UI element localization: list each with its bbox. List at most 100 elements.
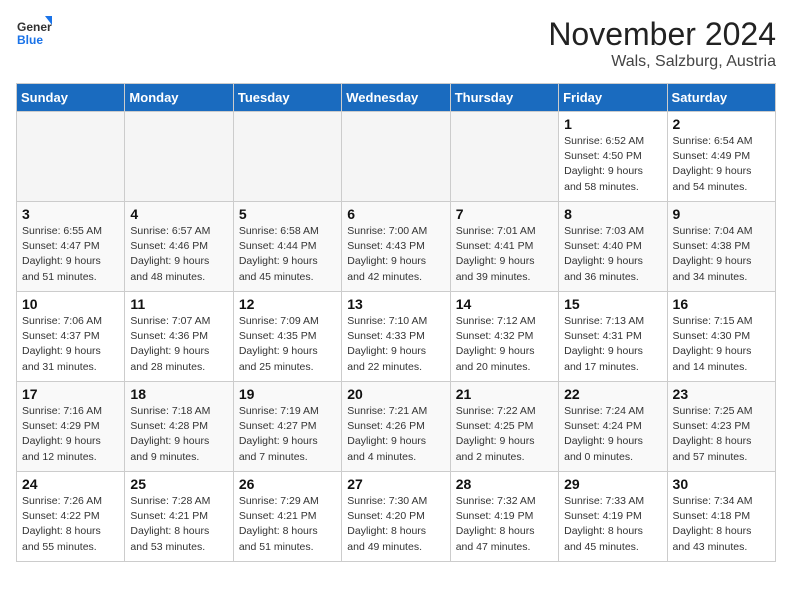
- header: General Blue November 2024 Wals, Salzbur…: [16, 16, 776, 71]
- calendar-week-row: 24 Sunrise: 7:26 AM Sunset: 4:22 PM Dayli…: [17, 472, 776, 562]
- day-info: Sunrise: 6:58 AM Sunset: 4:44 PM Dayligh…: [239, 224, 336, 285]
- day-info: Sunrise: 7:32 AM Sunset: 4:19 PM Dayligh…: [456, 494, 553, 555]
- day-info: Sunrise: 6:54 AM Sunset: 4:49 PM Dayligh…: [673, 134, 770, 195]
- calendar-cell: 12 Sunrise: 7:09 AM Sunset: 4:35 PM Dayli…: [233, 292, 341, 382]
- day-number: 11: [130, 296, 227, 312]
- svg-text:Blue: Blue: [17, 33, 43, 47]
- calendar-cell: 18 Sunrise: 7:18 AM Sunset: 4:28 PM Dayli…: [125, 382, 233, 472]
- calendar-cell: 7 Sunrise: 7:01 AM Sunset: 4:41 PM Daylig…: [450, 202, 558, 292]
- day-number: 4: [130, 206, 227, 222]
- calendar-cell: 24 Sunrise: 7:26 AM Sunset: 4:22 PM Dayli…: [17, 472, 125, 562]
- calendar-week-row: 3 Sunrise: 6:55 AM Sunset: 4:47 PM Daylig…: [17, 202, 776, 292]
- day-info: Sunrise: 7:18 AM Sunset: 4:28 PM Dayligh…: [130, 404, 227, 465]
- calendar-cell: 3 Sunrise: 6:55 AM Sunset: 4:47 PM Daylig…: [17, 202, 125, 292]
- calendar-week-row: 17Sunrise: 7:16 AM Sunset: 4:29 PM Dayli…: [17, 382, 776, 472]
- calendar-cell: 1 Sunrise: 6:52 AM Sunset: 4:50 PM Daylig…: [559, 112, 667, 202]
- calendar-cell: 2Sunrise: 6:54 AM Sunset: 4:49 PM Daylig…: [667, 112, 775, 202]
- day-info: Sunrise: 7:24 AM Sunset: 4:24 PM Dayligh…: [564, 404, 661, 465]
- day-number: 8: [564, 206, 661, 222]
- day-info: Sunrise: 7:19 AM Sunset: 4:27 PM Dayligh…: [239, 404, 336, 465]
- calendar-cell: 11Sunrise: 7:07 AM Sunset: 4:36 PM Dayli…: [125, 292, 233, 382]
- day-info: Sunrise: 7:03 AM Sunset: 4:40 PM Dayligh…: [564, 224, 661, 285]
- day-info: Sunrise: 7:25 AM Sunset: 4:23 PM Dayligh…: [673, 404, 770, 465]
- day-info: Sunrise: 7:01 AM Sunset: 4:41 PM Dayligh…: [456, 224, 553, 285]
- calendar-week-row: 10 Sunrise: 7:06 AM Sunset: 4:37 PM Dayli…: [17, 292, 776, 382]
- day-info: Sunrise: 7:10 AM Sunset: 4:33 PM Dayligh…: [347, 314, 444, 375]
- day-info: Sunrise: 6:57 AM Sunset: 4:46 PM Dayligh…: [130, 224, 227, 285]
- svg-text:General: General: [17, 20, 52, 34]
- calendar-cell: [342, 112, 450, 202]
- calendar-week-row: 1 Sunrise: 6:52 AM Sunset: 4:50 PM Daylig…: [17, 112, 776, 202]
- day-number: 5: [239, 206, 336, 222]
- calendar-cell: 8 Sunrise: 7:03 AM Sunset: 4:40 PM Daylig…: [559, 202, 667, 292]
- calendar-cell: 17Sunrise: 7:16 AM Sunset: 4:29 PM Dayli…: [17, 382, 125, 472]
- day-info: Sunrise: 6:55 AM Sunset: 4:47 PM Dayligh…: [22, 224, 119, 285]
- calendar-cell: [17, 112, 125, 202]
- calendar-header-row: SundayMondayTuesdayWednesdayThursdayFrid…: [17, 84, 776, 112]
- calendar-cell: 14 Sunrise: 7:12 AM Sunset: 4:32 PM Dayli…: [450, 292, 558, 382]
- calendar-cell: 25Sunrise: 7:28 AM Sunset: 4:21 PM Dayli…: [125, 472, 233, 562]
- day-info: Sunrise: 7:29 AM Sunset: 4:21 PM Dayligh…: [239, 494, 336, 555]
- day-number: 14: [456, 296, 553, 312]
- day-info: Sunrise: 7:30 AM Sunset: 4:20 PM Dayligh…: [347, 494, 444, 555]
- calendar-subtitle: Wals, Salzburg, Austria: [548, 53, 776, 71]
- day-number: 9: [673, 206, 770, 222]
- day-number: 3: [22, 206, 119, 222]
- calendar-cell: 29 Sunrise: 7:33 AM Sunset: 4:19 PM Dayli…: [559, 472, 667, 562]
- day-number: 20: [347, 386, 444, 402]
- calendar-cell: [125, 112, 233, 202]
- calendar-cell: 21Sunrise: 7:22 AM Sunset: 4:25 PM Dayli…: [450, 382, 558, 472]
- calendar-day-header: Thursday: [450, 84, 558, 112]
- calendar-cell: 6 Sunrise: 7:00 AM Sunset: 4:43 PM Daylig…: [342, 202, 450, 292]
- day-info: Sunrise: 7:15 AM Sunset: 4:30 PM Dayligh…: [673, 314, 770, 375]
- calendar-cell: 20 Sunrise: 7:21 AM Sunset: 4:26 PM Dayli…: [342, 382, 450, 472]
- calendar-title: November 2024: [548, 16, 776, 53]
- calendar-day-header: Monday: [125, 84, 233, 112]
- day-number: 18: [130, 386, 227, 402]
- calendar-cell: 4 Sunrise: 6:57 AM Sunset: 4:46 PM Daylig…: [125, 202, 233, 292]
- day-info: Sunrise: 7:22 AM Sunset: 4:25 PM Dayligh…: [456, 404, 553, 465]
- calendar-cell: 15 Sunrise: 7:13 AM Sunset: 4:31 PM Dayli…: [559, 292, 667, 382]
- day-info: Sunrise: 7:26 AM Sunset: 4:22 PM Dayligh…: [22, 494, 119, 555]
- day-number: 16: [673, 296, 770, 312]
- day-number: 7: [456, 206, 553, 222]
- day-number: 15: [564, 296, 661, 312]
- day-number: 24: [22, 476, 119, 492]
- calendar-cell: 30Sunrise: 7:34 AM Sunset: 4:18 PM Dayli…: [667, 472, 775, 562]
- day-info: Sunrise: 7:33 AM Sunset: 4:19 PM Dayligh…: [564, 494, 661, 555]
- calendar-cell: 5 Sunrise: 6:58 AM Sunset: 4:44 PM Daylig…: [233, 202, 341, 292]
- day-info: Sunrise: 7:21 AM Sunset: 4:26 PM Dayligh…: [347, 404, 444, 465]
- calendar-cell: 23 Sunrise: 7:25 AM Sunset: 4:23 PM Dayli…: [667, 382, 775, 472]
- day-number: 29: [564, 476, 661, 492]
- day-number: 1: [564, 116, 661, 132]
- calendar-cell: 26Sunrise: 7:29 AM Sunset: 4:21 PM Dayli…: [233, 472, 341, 562]
- calendar-day-header: Wednesday: [342, 84, 450, 112]
- calendar-day-header: Saturday: [667, 84, 775, 112]
- day-number: 22: [564, 386, 661, 402]
- day-number: 17: [22, 386, 119, 402]
- day-info: Sunrise: 7:13 AM Sunset: 4:31 PM Dayligh…: [564, 314, 661, 375]
- calendar-cell: 16 Sunrise: 7:15 AM Sunset: 4:30 PM Dayli…: [667, 292, 775, 382]
- day-number: 13: [347, 296, 444, 312]
- day-number: 10: [22, 296, 119, 312]
- logo: General Blue: [16, 16, 52, 52]
- day-number: 6: [347, 206, 444, 222]
- day-number: 12: [239, 296, 336, 312]
- day-info: Sunrise: 7:09 AM Sunset: 4:35 PM Dayligh…: [239, 314, 336, 375]
- day-info: Sunrise: 7:34 AM Sunset: 4:18 PM Dayligh…: [673, 494, 770, 555]
- day-info: Sunrise: 7:12 AM Sunset: 4:32 PM Dayligh…: [456, 314, 553, 375]
- calendar-cell: [233, 112, 341, 202]
- calendar-cell: 9 Sunrise: 7:04 AM Sunset: 4:38 PM Daylig…: [667, 202, 775, 292]
- calendar-body: 1 Sunrise: 6:52 AM Sunset: 4:50 PM Daylig…: [17, 112, 776, 562]
- calendar-day-header: Friday: [559, 84, 667, 112]
- calendar-table: SundayMondayTuesdayWednesdayThursdayFrid…: [16, 83, 776, 562]
- day-info: Sunrise: 7:04 AM Sunset: 4:38 PM Dayligh…: [673, 224, 770, 285]
- logo-svg: General Blue: [16, 16, 52, 52]
- calendar-cell: 22 Sunrise: 7:24 AM Sunset: 4:24 PM Dayli…: [559, 382, 667, 472]
- day-info: Sunrise: 7:00 AM Sunset: 4:43 PM Dayligh…: [347, 224, 444, 285]
- calendar-cell: 28Sunrise: 7:32 AM Sunset: 4:19 PM Dayli…: [450, 472, 558, 562]
- day-info: Sunrise: 6:52 AM Sunset: 4:50 PM Dayligh…: [564, 134, 661, 195]
- day-info: Sunrise: 7:28 AM Sunset: 4:21 PM Dayligh…: [130, 494, 227, 555]
- day-number: 23: [673, 386, 770, 402]
- day-info: Sunrise: 7:06 AM Sunset: 4:37 PM Dayligh…: [22, 314, 119, 375]
